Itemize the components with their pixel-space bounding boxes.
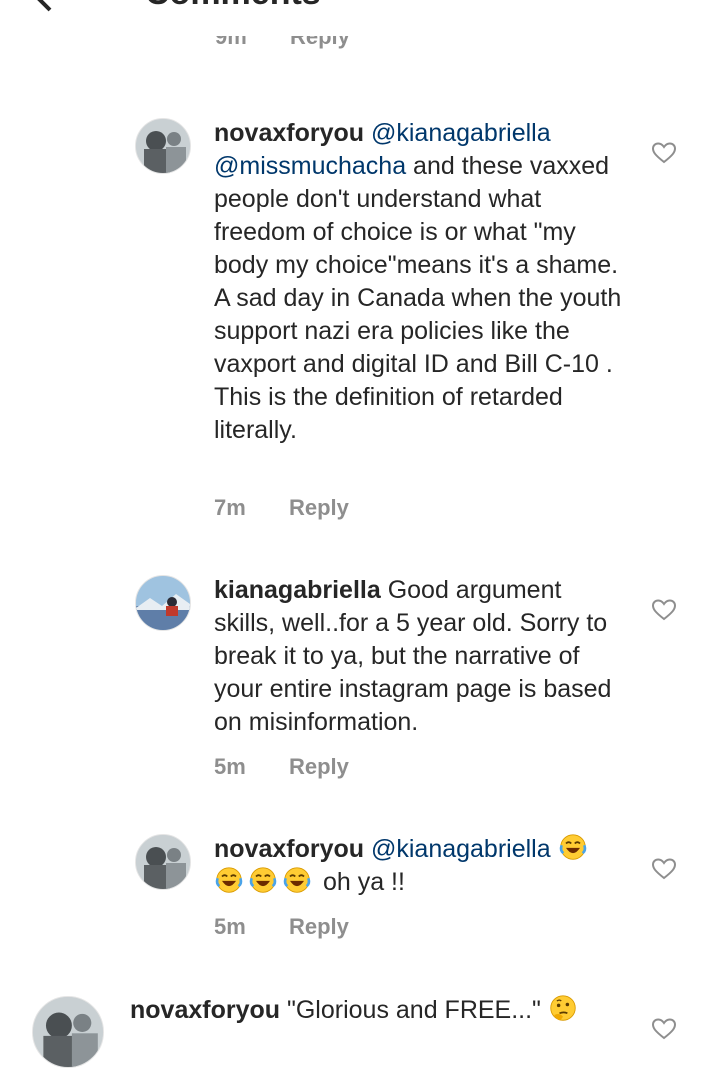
comment-time: 7m [214, 495, 246, 520]
mention-link[interactable]: @missmuchacha [214, 152, 406, 180]
comment-time: 5m [214, 914, 246, 939]
comment-meta: 5m Reply [214, 754, 349, 780]
page-title: Comments [145, 0, 321, 13]
comment-username[interactable]: kianagabriella [214, 576, 381, 604]
face-with-tears-of-joy-icon [248, 866, 278, 894]
mention-link[interactable]: @kianagabriella [371, 119, 551, 147]
mention-link[interactable]: @kianagabriella [371, 835, 551, 863]
comment-body: oh ya !! [316, 868, 405, 896]
reply-button[interactable]: Reply [289, 914, 349, 939]
comment-text: novaxforyou @kianagabriella @missmuchach… [214, 117, 629, 447]
comment-time: 5m [214, 754, 246, 779]
comment-username[interactable]: novaxforyou [214, 119, 364, 147]
comment-meta: 7m Reply [214, 495, 349, 521]
reply-button[interactable]: Reply [290, 36, 350, 50]
face-with-tears-of-joy-icon [214, 866, 244, 894]
heart-icon[interactable] [651, 857, 677, 881]
avatar[interactable] [32, 996, 104, 1068]
reply-button[interactable]: Reply [289, 754, 349, 779]
comment-text: novaxforyou "Glorious and FREE..." [130, 994, 610, 1027]
comment-meta: 5m Reply [214, 914, 349, 940]
heart-icon[interactable] [651, 1017, 677, 1041]
face-with-tears-of-joy-icon [558, 833, 588, 861]
reply-button[interactable]: Reply [289, 495, 349, 520]
heart-icon[interactable] [651, 141, 677, 165]
face-with-tears-of-joy-icon [282, 866, 312, 894]
avatar[interactable] [135, 575, 191, 631]
avatar[interactable] [135, 118, 191, 174]
comments-header: Comments [0, 0, 720, 20]
avatar[interactable] [135, 834, 191, 890]
comment-body: "Glorious and FREE..." [280, 996, 541, 1024]
comment-text: novaxforyou @kianagabriella oh ya !! [214, 833, 629, 899]
partial-comment-meta: 9m Reply [215, 36, 515, 62]
arrow-left-icon[interactable] [30, 0, 80, 18]
comment-time: 9m [215, 36, 247, 49]
comment-body: and these vaxxed people don't understand… [214, 152, 622, 444]
thinking-face-icon [550, 995, 576, 1021]
comment-username[interactable]: novaxforyou [130, 996, 280, 1024]
comment-username[interactable]: novaxforyou [214, 835, 364, 863]
comment-text: kianagabriella Good argument skills, wel… [214, 574, 629, 739]
heart-icon[interactable] [651, 598, 677, 622]
